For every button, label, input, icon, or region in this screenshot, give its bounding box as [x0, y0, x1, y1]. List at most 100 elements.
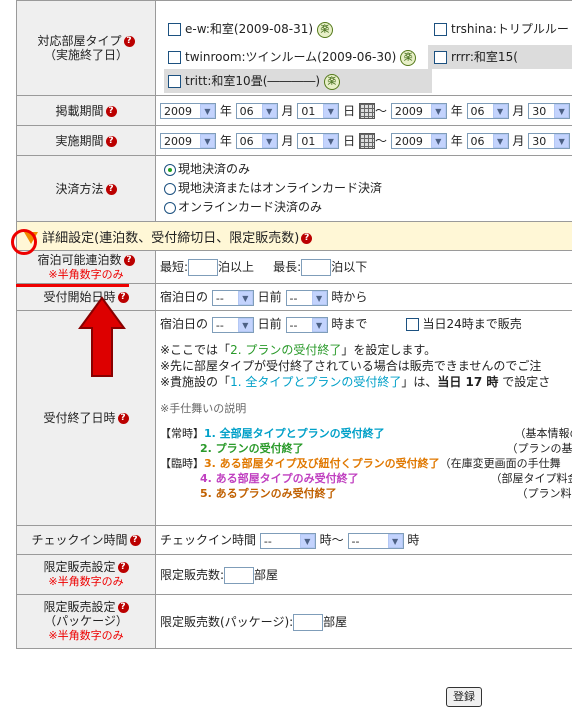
post-period-label-cell: 掲載期間?: [16, 95, 156, 126]
help-icon[interactable]: ?: [117, 413, 129, 424]
radio-button[interactable]: [164, 163, 176, 176]
limited-pkg-count-input[interactable]: [293, 613, 324, 631]
post-start-month-select[interactable]: 06 ▼: [235, 103, 278, 120]
help-icon[interactable]: ?: [105, 183, 117, 195]
room-type-item[interactable]: trshina:トリプルルー: [434, 17, 569, 42]
help-icon[interactable]: ?: [123, 254, 135, 266]
exec-period-label-cell: 実施期間?: [16, 125, 156, 156]
help-icon[interactable]: ?: [129, 535, 141, 546]
limited-pkg-field: 限定販売数(パッケージ): 部屋: [155, 594, 572, 649]
explain-list: 【常時】1. 全部屋タイプとプランの受付終了（基本情報の設 2. プランの受付終…: [160, 426, 572, 501]
accept-end-notes: ※ここでは「2. プランの受付終了」を設定します。 ※先に部屋タイプが受付終了さ…: [160, 342, 572, 390]
checkin-label-cell: チェックイン時間?: [16, 525, 156, 555]
checkin-field: チェックイン時間 -- ▼ 時～ -- ▼ 時: [155, 525, 572, 555]
same-day-24-checkbox[interactable]: [405, 318, 419, 331]
help-icon[interactable]: ?: [117, 602, 129, 613]
halfwidth-note: ※半角数字のみ: [48, 629, 124, 642]
post-end-day-select[interactable]: 30 ▼: [528, 103, 571, 120]
nights-label: 宿泊可能連泊数: [37, 252, 122, 267]
radio-button[interactable]: [164, 182, 176, 195]
room-type-checkbox[interactable]: [434, 51, 447, 64]
accept-start-hour-select[interactable]: -- ▼: [285, 289, 328, 306]
accept-end-hour-select[interactable]: -- ▼: [285, 316, 328, 333]
help-icon[interactable]: ?: [105, 105, 117, 117]
room-type-item[interactable]: tritt:和室10畳(――――) 楽: [164, 69, 432, 93]
post-period-field: 2009 ▼ 年 06 ▼ 月 01 ▼ 日 ～ 2009 ▼ 年 06 ▼ 月 30 ▼: [155, 95, 572, 126]
post-end-year-select[interactable]: 2009 ▼: [390, 103, 447, 120]
explain-line: 【臨時】3. ある部屋タイプ及び紐付くプランの受付終了（在庫変更画面の手仕舞: [160, 457, 561, 470]
exec-period-label: 実施期間: [55, 133, 104, 148]
post-period-label: 掲載期間: [55, 103, 104, 118]
rakuten-icon: 楽: [400, 49, 417, 66]
limited-pkg-label: 限定販売設定: [43, 600, 116, 614]
halfwidth-note: ※半角数字のみ: [48, 267, 124, 281]
room-type-label-cell: 対応部屋タイプ? （実施終了日）: [16, 0, 156, 96]
room-type-checkbox[interactable]: [168, 75, 181, 88]
payment-options: 現地決済のみ 現地決済またはオンラインカード決済 オンラインカード決済のみ: [155, 155, 572, 222]
max-nights-input[interactable]: [301, 259, 332, 276]
exec-start-year-select[interactable]: 2009 ▼: [160, 133, 216, 150]
room-type-sublabel: （実施終了日）: [43, 48, 128, 62]
payment-label-cell: 決済方法?: [16, 155, 156, 222]
exec-period-field: 2009 ▼ 年 06 ▼ 月 01 ▼ 日 ～ 2009 ▼ 年 06 ▼ 月 30 ▼: [155, 125, 572, 156]
explain-line: 【常時】1. 全部屋タイプとプランの受付終了（基本情報の設: [160, 427, 572, 440]
help-icon[interactable]: ?: [105, 135, 117, 147]
room-type-checkbox[interactable]: [168, 51, 181, 64]
help-icon[interactable]: ?: [123, 36, 135, 47]
radio-button[interactable]: [164, 201, 176, 214]
exec-start-day-select[interactable]: 01 ▼: [297, 133, 340, 150]
help-icon[interactable]: ?: [117, 562, 129, 573]
rakuten-icon: 楽: [316, 21, 333, 38]
nights-label-cell: 宿泊可能連泊数? ※半角数字のみ: [16, 250, 156, 284]
note-line: ※ここでは「2. プランの受付終了」を設定します。: [160, 343, 437, 357]
limited-label-cell: 限定販売設定? ※半角数字のみ: [16, 554, 156, 595]
limited-field: 限定販売数: 部屋: [155, 554, 572, 595]
room-type-checkbox[interactable]: [168, 23, 181, 36]
halfwidth-note: ※半角数字のみ: [48, 575, 124, 588]
post-end-month-select[interactable]: 06 ▼: [466, 103, 509, 120]
annotation-circle: [11, 229, 37, 255]
accept-end-label: 受付終了日時: [43, 411, 116, 425]
note-line: ※貴施設の「1. 全タイプとプランの受付終了」は、当日 17 時 で設定さ: [160, 375, 551, 389]
rakuten-icon: 楽: [323, 73, 340, 90]
exec-end-month-select[interactable]: 06 ▼: [466, 133, 509, 150]
accept-start-day-select[interactable]: -- ▼: [211, 289, 254, 306]
exec-end-year-select[interactable]: 2009 ▼: [390, 133, 447, 150]
explain-line: 4. ある部屋タイプのみ受付終了（部屋タイプ料金を: [200, 472, 572, 485]
payment-option[interactable]: オンラインカード決済のみ: [164, 198, 572, 217]
register-button[interactable]: 登録: [446, 687, 482, 707]
note-line: ※先に部屋タイプが受付終了されている場合は販売できませんのでご注: [160, 359, 542, 373]
room-type-item[interactable]: twinroom:ツインルーム(2009-06-30) 楽: [168, 45, 417, 70]
limited-pkg-label-cell: 限定販売設定? （パッケージ） ※半角数字のみ: [16, 594, 156, 649]
room-type-list: e-w:和室(2009-08-31) 楽 trshina:トリプルルー twin…: [155, 0, 572, 96]
annotation-up-arrow-icon: [78, 296, 126, 377]
post-start-day-select[interactable]: 01 ▼: [297, 103, 340, 120]
calendar-icon[interactable]: [359, 103, 376, 120]
room-type-item[interactable]: rrrr:和室15(: [428, 45, 572, 69]
detail-section-header[interactable]: 詳細設定(連泊数、受付締切日、限定販売数)?: [16, 221, 572, 251]
payment-option[interactable]: 現地決済のみ: [164, 160, 572, 179]
explain-title: ※手仕舞いの説明: [160, 402, 247, 415]
exec-start-month-select[interactable]: 06 ▼: [235, 133, 278, 150]
room-type-checkbox[interactable]: [434, 23, 447, 36]
checkin-from-select[interactable]: -- ▼: [259, 532, 316, 549]
checkin-label: チェックイン時間: [31, 533, 128, 547]
min-nights-input[interactable]: [188, 259, 219, 276]
nights-field: 最短: 泊以上 最長: 泊以下: [155, 250, 572, 284]
limited-pkg-sublabel: （パッケージ）: [44, 614, 128, 628]
checkin-to-select[interactable]: -- ▼: [347, 532, 404, 549]
post-start-year-select[interactable]: 2009 ▼: [160, 103, 216, 120]
limited-label: 限定販売設定: [43, 560, 116, 574]
room-type-item[interactable]: e-w:和室(2009-08-31) 楽: [168, 17, 333, 42]
limited-count-input[interactable]: [224, 566, 255, 584]
room-type-label: 対応部屋タイプ: [37, 34, 122, 48]
accept-end-field: 宿泊日の -- ▼ 日前 -- ▼ 時まで 当日24時まで販売 ※ここでは「2. プ…: [155, 310, 572, 526]
payment-option[interactable]: 現地決済またはオンラインカード決済: [164, 179, 572, 198]
detail-section-title: 詳細設定(連泊数、受付締切日、限定販売数): [42, 230, 300, 246]
help-icon[interactable]: ?: [301, 232, 313, 244]
calendar-icon[interactable]: [359, 133, 376, 150]
accept-end-day-select[interactable]: -- ▼: [211, 316, 254, 333]
exec-end-day-select[interactable]: 30 ▼: [528, 133, 571, 150]
explain-line: 5. あるプランのみ受付終了（プラン料金を: [200, 487, 572, 500]
accept-start-field: 宿泊日の -- ▼ 日前 -- ▼ 時から: [155, 283, 572, 311]
